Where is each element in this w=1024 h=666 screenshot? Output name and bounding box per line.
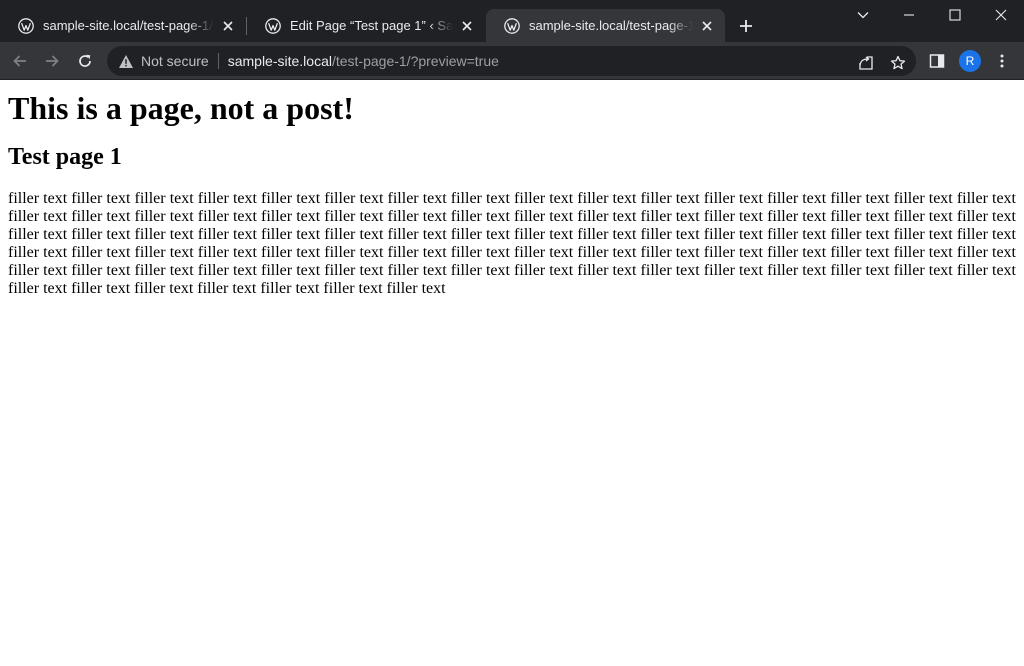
bookmark-button[interactable]	[888, 53, 908, 73]
close-window-button[interactable]	[989, 4, 1013, 26]
side-panel-icon	[929, 54, 945, 68]
security-label[interactable]: Not secure	[141, 53, 209, 69]
maximize-icon	[949, 9, 961, 21]
tab-1-title: sample-site.local/test-page-1/	[43, 18, 213, 33]
tab-2[interactable]: Edit Page “Test page 1” ‹ Sample Site	[247, 9, 485, 42]
warning-triangle-icon[interactable]	[118, 53, 134, 69]
reload-icon	[79, 54, 91, 67]
tab-2-title: Edit Page “Test page 1” ‹ Sample Site	[290, 18, 453, 33]
browser-toolbar: Not secure sample-site.local /test-page-…	[0, 42, 1024, 80]
reload-button[interactable]	[73, 49, 97, 73]
forward-button[interactable]	[40, 49, 64, 73]
address-bar[interactable]: Not secure sample-site.local /test-page-…	[107, 46, 916, 76]
share-button[interactable]	[856, 53, 876, 73]
tab-1[interactable]: sample-site.local/test-page-1/	[0, 9, 246, 42]
url-host: sample-site.local	[227, 53, 332, 69]
kebab-menu-icon	[1000, 54, 1004, 68]
wordpress-icon	[18, 17, 34, 34]
new-tab-button[interactable]	[736, 16, 756, 36]
page-content: This is a page, not a post! Test page 1 …	[0, 80, 1024, 666]
wordpress-icon	[504, 17, 520, 34]
back-button[interactable]	[8, 49, 32, 73]
page-subheading: Test page 1	[8, 144, 122, 170]
chevron-down-icon	[857, 12, 869, 19]
side-panel-button[interactable]	[925, 49, 949, 73]
maximize-button[interactable]	[943, 4, 967, 26]
url-path: /test-page-1/?preview=true	[331, 53, 499, 69]
tab-strip: sample-site.local/test-page-1/ Edit Page…	[0, 0, 1024, 42]
minimize-icon	[904, 14, 914, 16]
wordpress-icon	[265, 17, 281, 34]
arrow-right-icon	[46, 55, 59, 67]
tab-1-close-icon[interactable]	[220, 18, 236, 34]
tab-3-active[interactable]: sample-site.local/test-page-1/?preview=t…	[486, 9, 725, 42]
address-divider	[217, 53, 219, 69]
arrow-left-icon	[13, 55, 26, 67]
profile-avatar[interactable]: R	[959, 50, 981, 72]
tab-search-button[interactable]	[851, 4, 875, 26]
star-icon	[890, 55, 906, 70]
share-icon	[859, 56, 873, 70]
page-body-text: filler text filler text filler text fill…	[8, 190, 1016, 297]
minimize-button[interactable]	[897, 4, 921, 26]
tab-3-title: sample-site.local/test-page-1/?preview=t…	[529, 18, 693, 33]
browser-menu-button[interactable]	[990, 49, 1014, 73]
close-icon	[995, 9, 1007, 21]
tab-2-close-icon[interactable]	[459, 18, 475, 34]
page-heading: This is a page, not a post!	[8, 90, 354, 126]
tab-3-close-icon[interactable]	[699, 18, 715, 34]
plus-icon	[740, 20, 752, 32]
